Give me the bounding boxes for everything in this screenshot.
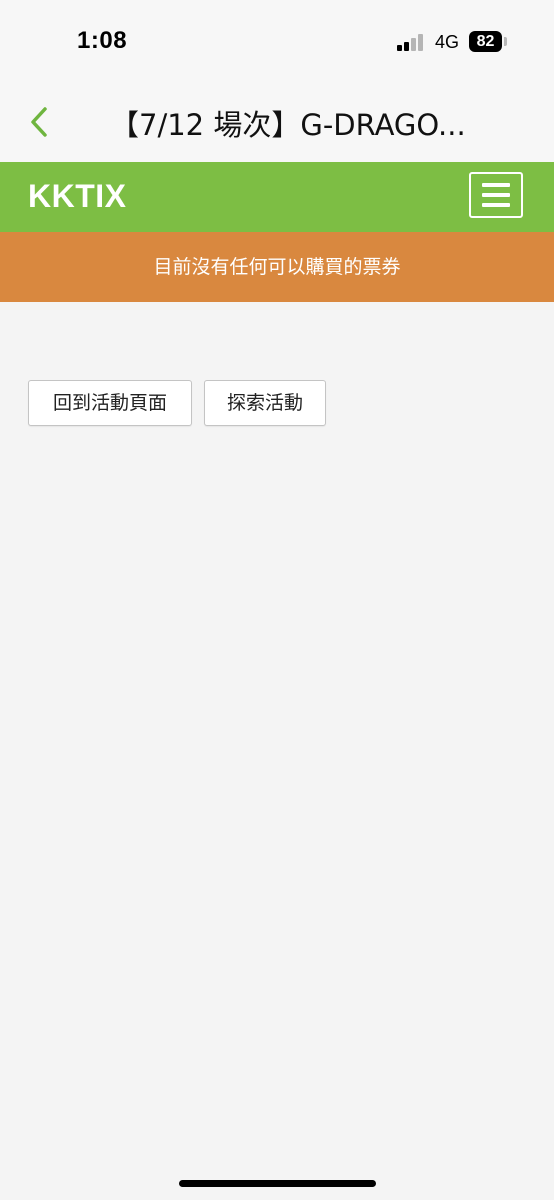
status-bar: 1:08 4G 82 bbox=[0, 0, 554, 80]
battery-tip bbox=[504, 37, 507, 46]
cellular-signal-icon bbox=[397, 33, 427, 51]
menu-button[interactable] bbox=[469, 172, 523, 218]
kktix-navbar: KKTIX bbox=[0, 162, 554, 232]
back-to-event-button[interactable]: 回到活動頁面 bbox=[28, 380, 192, 426]
chevron-left-icon bbox=[31, 107, 47, 137]
page-title: 【7/12 場次】G-DRAGO... bbox=[110, 108, 466, 142]
bottom-safe-area bbox=[0, 1152, 554, 1200]
back-button[interactable] bbox=[22, 102, 56, 142]
battery-level: 82 bbox=[476, 33, 495, 50]
explore-events-button[interactable]: 探索活動 bbox=[204, 380, 326, 426]
home-indicator[interactable] bbox=[179, 1180, 376, 1187]
browser-header: 【7/12 場次】G-DRAGO... bbox=[0, 80, 554, 162]
no-tickets-alert: 目前沒有任何可以購買的票券 bbox=[0, 232, 554, 302]
status-time: 1:08 bbox=[77, 27, 128, 54]
battery-icon: 82 bbox=[469, 31, 502, 52]
kktix-logo[interactable]: KKTIX bbox=[28, 178, 127, 215]
network-type: 4G bbox=[435, 32, 460, 52]
alert-message: 目前沒有任何可以購買的票券 bbox=[153, 256, 401, 278]
